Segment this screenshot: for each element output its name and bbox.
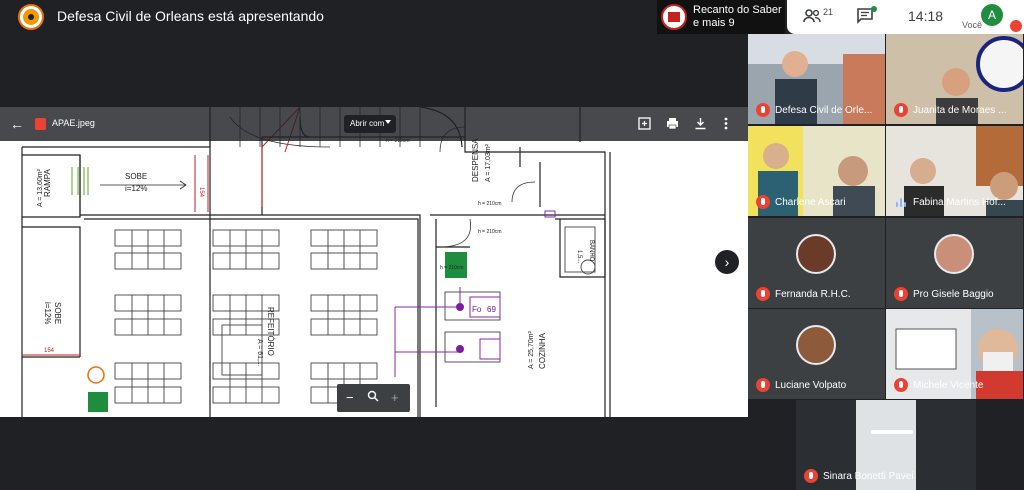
participant-name: Luciane Volpato — [775, 380, 847, 391]
participant-name: Fernanda R.H.C. — [775, 289, 851, 300]
participant-tile[interactable]: Pro Gisele Baggio — [886, 218, 1023, 308]
floor-label: A = 61,... — [256, 339, 263, 367]
unread-dot — [871, 6, 877, 12]
mic-off-icon — [1010, 20, 1022, 32]
shared-screen: SOBE i=12% RAMPA A = 13,60m² SOBE i=12% … — [0, 107, 748, 417]
file-name: APAE.jpeg — [52, 118, 95, 128]
participant-tile speaking[interactable]: Fabina Martins Hof... — [886, 126, 1023, 216]
floor-label: RAMPA — [43, 168, 52, 197]
floor-label: 69 — [487, 305, 496, 314]
participant-tile[interactable]: Charlene Ascari — [748, 126, 885, 216]
participant-tile[interactable]: Defesa Civil de Orle... — [748, 34, 885, 124]
floor-label: A = 25,70m² — [528, 330, 535, 369]
participant-name: Fabina Martins Hof... — [913, 197, 1006, 208]
floor-label: h = 210cm — [478, 201, 502, 207]
participant-tile[interactable]: Michele Vicente — [886, 309, 1023, 399]
floor-label: SOBE — [53, 302, 62, 324]
self-label: Você — [962, 20, 983, 30]
speaking-indicator-icon — [896, 197, 906, 207]
meeting-toolbar: 21 14:18 A Você — [787, 0, 1024, 34]
more-options-icon[interactable] — [724, 117, 728, 133]
print-icon[interactable] — [666, 117, 679, 133]
mic-off-icon — [894, 287, 908, 301]
floor-plan-image: SOBE i=12% RAMPA A = 13,60m² SOBE i=12% … — [0, 107, 748, 417]
mic-off-icon — [756, 287, 770, 301]
mic-off-icon — [756, 378, 770, 392]
presenting-text: Defesa Civil de Orleans está apresentand… — [57, 8, 324, 24]
download-icon[interactable] — [694, 117, 707, 133]
mic-off-icon — [756, 103, 770, 117]
participant-name: Defesa Civil de Orle... — [775, 105, 873, 116]
participant-name: Michele Vicente — [913, 380, 984, 391]
group-avatar — [661, 4, 687, 30]
pinned-group-name: Recanto do Saber e mais 9 — [693, 4, 782, 29]
floor-label: h = 210cm — [440, 265, 464, 271]
participant-tile[interactable]: Sinara Bonetti Pavei — [796, 400, 976, 490]
caret-down-icon — [385, 120, 391, 124]
participant-name: Pro Gisele Baggio — [913, 289, 994, 300]
participant-name: Juanita de Moraes ... — [913, 105, 1007, 116]
self-avatar[interactable]: A — [981, 4, 1003, 26]
pinned-group[interactable]: Recanto do Saber e mais 9 — [657, 0, 785, 34]
participant-tile[interactable]: Luciane Volpato — [748, 309, 885, 399]
file-viewer-bar: ← APAE.jpeg Abrir com — [0, 107, 748, 141]
open-with-button[interactable]: Abrir com — [344, 115, 396, 133]
open-with-label: Abrir com — [350, 119, 385, 128]
floor-label: h = 210cm — [478, 229, 502, 235]
floor-label: A = 13,60m² — [37, 168, 44, 207]
zoom-in-icon[interactable]: + — [391, 390, 399, 405]
people-count: 21 — [823, 7, 834, 17]
chat-button[interactable] — [857, 8, 873, 29]
add-comment-icon[interactable] — [638, 117, 651, 133]
people-button[interactable]: 21 — [803, 7, 833, 27]
participant-name: Charlene Ascari — [775, 197, 846, 208]
floor-label: SOBE — [125, 172, 147, 181]
mic-off-icon — [756, 195, 770, 209]
participant-avatar — [796, 234, 836, 274]
mic-off-icon — [894, 378, 908, 392]
mic-off-icon — [894, 103, 908, 117]
participant-tile[interactable]: Fernanda R.H.C. — [748, 218, 885, 308]
people-icon — [803, 9, 821, 23]
floor-label: DESPENSA — [471, 138, 480, 182]
participant-avatar — [796, 325, 836, 365]
floor-label: 154 — [198, 187, 204, 198]
chevron-right-icon[interactable]: › — [715, 250, 739, 274]
presenter-avatar — [18, 4, 44, 30]
floor-label: BANHO — [588, 240, 594, 262]
mic-off-icon — [804, 469, 818, 483]
floor-label: REFEITÓRIO — [266, 307, 275, 356]
back-arrow-icon[interactable]: ← — [10, 116, 24, 132]
participant-tile[interactable]: Juanita de Moraes ... — [886, 34, 1023, 124]
zoom-controls: − + — [337, 384, 410, 412]
participant-avatar — [934, 234, 974, 274]
participant-name: Sinara Bonetti Pavei — [823, 471, 914, 482]
floor-label: 1,5... — [576, 250, 582, 264]
floor-label: A = 17,03m² — [485, 143, 492, 182]
clock: 14:18 — [908, 8, 944, 24]
floor-label: i=12% — [43, 302, 52, 324]
top-bar: Defesa Civil de Orleans está apresentand… — [0, 0, 1024, 34]
floor-label: 154 — [44, 348, 55, 354]
image-file-icon — [35, 118, 46, 130]
zoom-icon[interactable] — [367, 390, 379, 405]
zoom-out-icon[interactable]: − — [346, 390, 354, 405]
floor-label: Fo — [472, 305, 482, 314]
floor-label: COZINHA — [538, 332, 547, 369]
